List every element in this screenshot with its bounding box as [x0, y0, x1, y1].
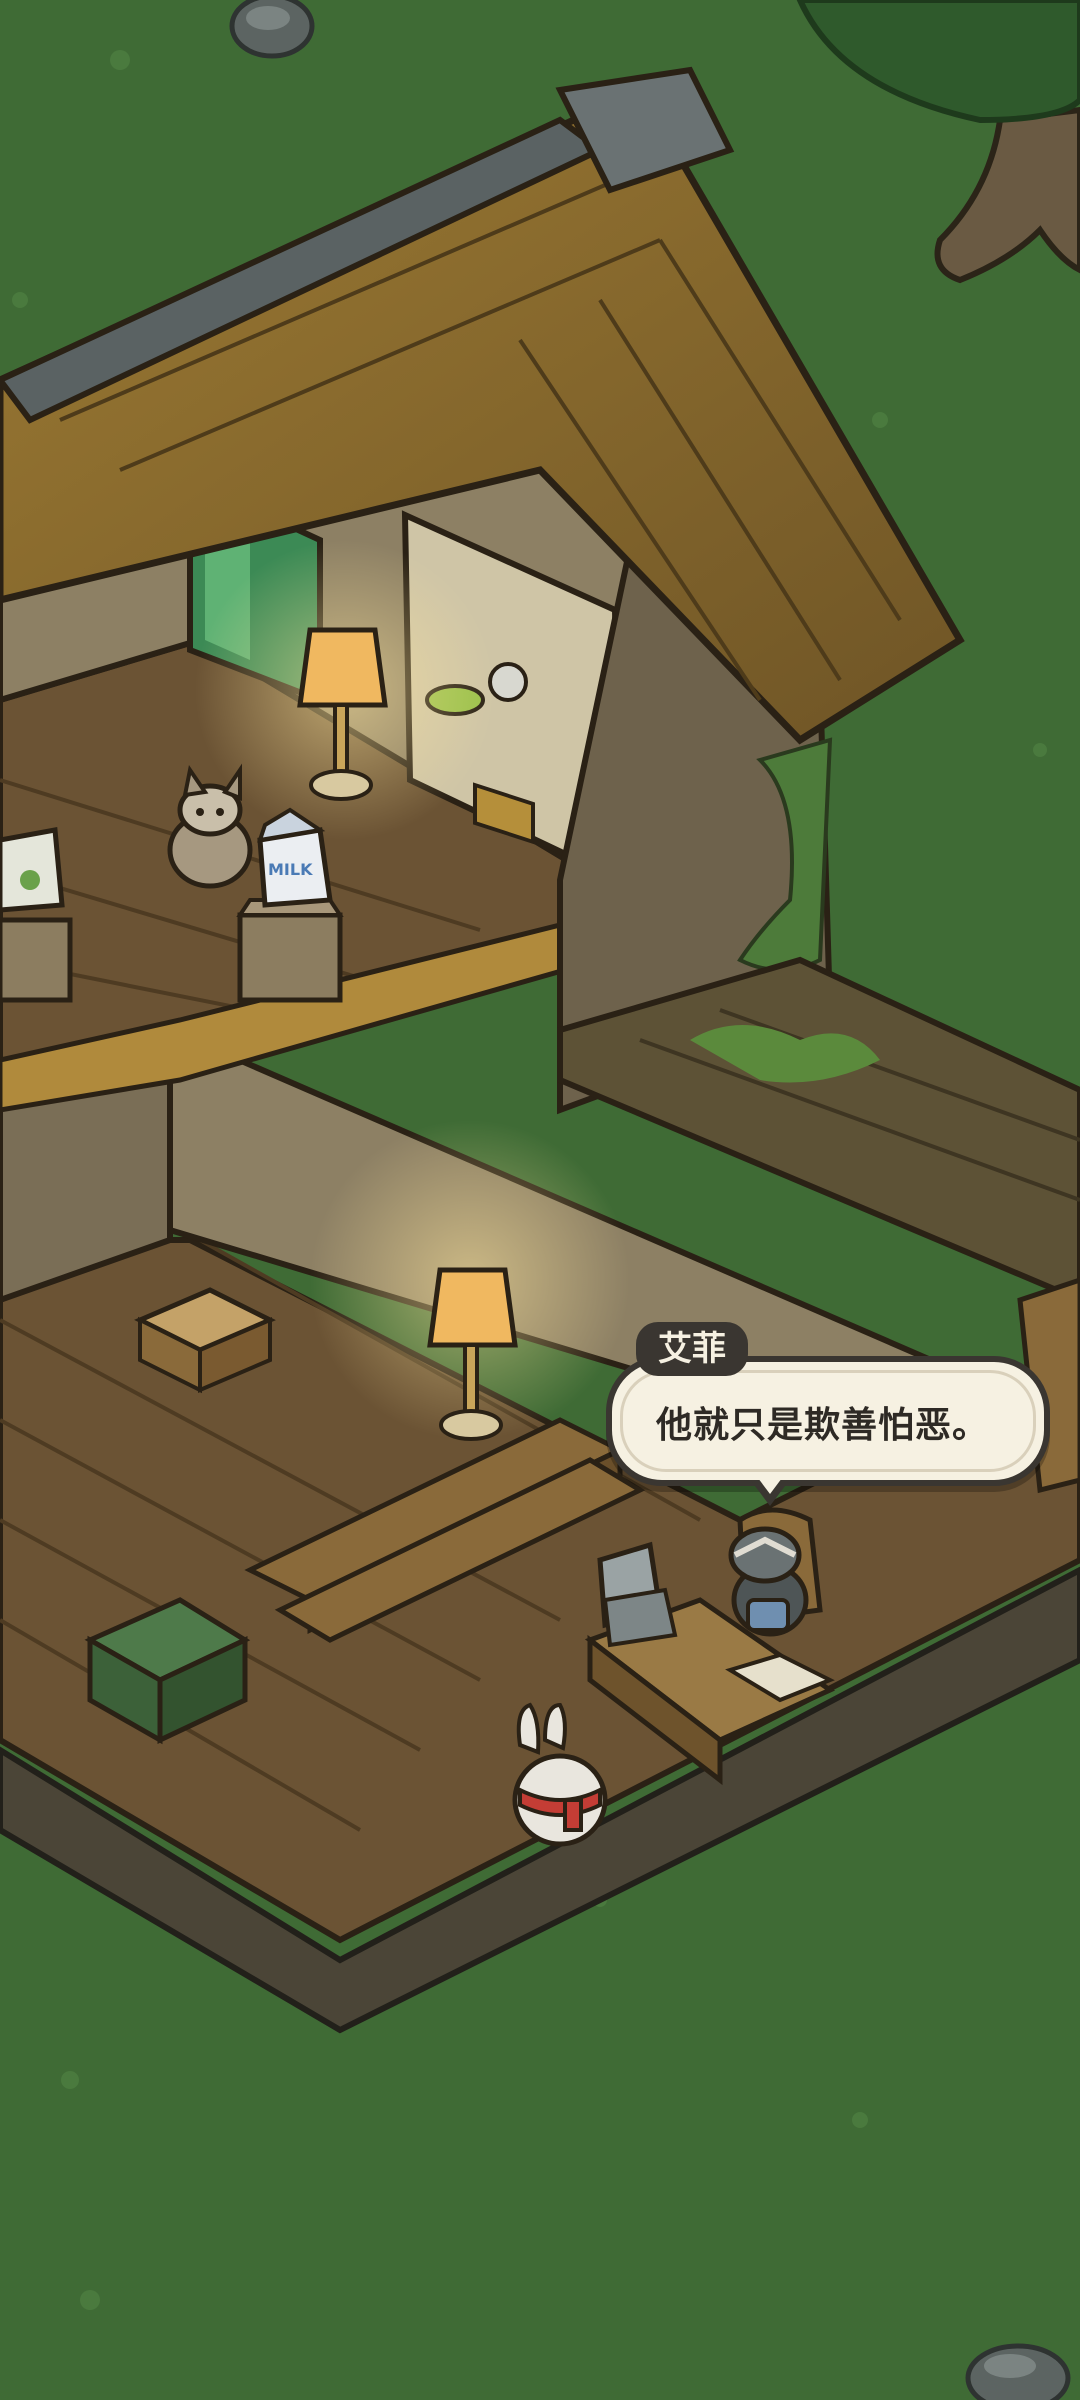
- milk-pedestal: [236, 898, 344, 1003]
- speaker-name-tag: 艾菲: [636, 1322, 748, 1376]
- rock-bottom-right: [965, 2343, 1071, 2400]
- rock-top: [229, 0, 315, 59]
- milk-carton-label: MILK: [268, 860, 313, 879]
- dialogue-text: 他就只是欺善怕恶。: [656, 1405, 990, 1446]
- jar-pedestal: [0, 917, 73, 1003]
- juice-carton-icon[interactable]: [0, 827, 65, 913]
- game-scene[interactable]: MILK: [0, 0, 1080, 2400]
- dialogue-tail-inner: [758, 1478, 782, 1494]
